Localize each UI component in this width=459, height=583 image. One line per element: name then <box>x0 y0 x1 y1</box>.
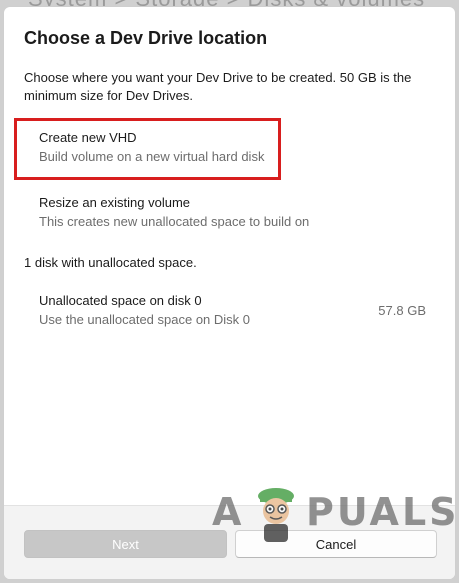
option-unallocated-disk-0[interactable]: Unallocated space on disk 0 Use the unal… <box>26 287 426 335</box>
dialog-title: Choose a Dev Drive location <box>24 28 268 48</box>
dialog-description: Choose where you want your Dev Drive to … <box>24 70 412 103</box>
option-title: Unallocated space on disk 0 <box>39 293 202 308</box>
disk-size: 57.8 GB <box>378 303 426 318</box>
option-subtitle: Use the unallocated space on Disk 0 <box>39 312 251 327</box>
unallocated-disks-label: 1 disk with unallocated space. <box>24 255 197 270</box>
dev-drive-location-dialog: Choose a Dev Drive location Choose where… <box>3 6 456 580</box>
dialog-footer: Next Cancel <box>4 505 455 579</box>
option-subtitle: This creates new unallocated space to bu… <box>39 214 310 229</box>
option-create-new-vhd[interactable]: Create new VHD Build volume on a new vir… <box>26 124 426 172</box>
option-title: Create new VHD <box>39 130 137 145</box>
option-title: Resize an existing volume <box>39 195 191 210</box>
option-resize-existing-volume[interactable]: Resize an existing volume This creates n… <box>26 189 426 237</box>
next-button[interactable]: Next <box>24 530 227 558</box>
cancel-button[interactable]: Cancel <box>235 530 437 558</box>
option-subtitle: Build volume on a new virtual hard disk <box>39 149 265 164</box>
